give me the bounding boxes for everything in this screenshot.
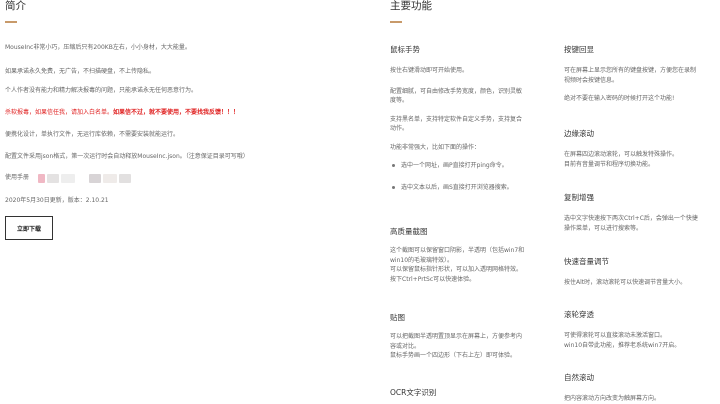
feature-desc: 选中文字快速按下两次Ctrl+C后，会弹出一个快捷 (564, 215, 698, 222)
list-item: 选中文本以后，画S直接打开浏览器搜索。 (390, 183, 522, 193)
feature-desc: 目前有音量调节和程序切换功能。 (564, 160, 655, 168)
feature-desc: 配置细腻，可自由修改手势宽度，颜色，识别灵敏 (390, 87, 523, 95)
redacted-link[interactable] (119, 173, 132, 183)
feature-desc: win10自带此功能，推荐老系统win7开启。 (564, 341, 681, 349)
feature-wheel-through: 滚轮穿透 可使得滚轮可以直接滚动未激活窗口。 win10自带此功能，推荐老系统w… (564, 309, 680, 350)
feature-desc: 按住Alt时，滚动滚轮可以快速调节音量大小。 (564, 279, 687, 286)
download-button[interactable]: 立即下载 (5, 216, 53, 240)
intro-warning: 杀软报毒，如果信任我，请加入白名单。如果信不过，就不要使用，不要找我反馈！！！ (5, 108, 239, 118)
feature-desc: 可以把截图半透明置顶显示在屏幕上，方便参考内 (390, 333, 523, 340)
feature-desc: 操作菜单，可以进行搜索等。 (564, 224, 643, 232)
feature-desc: win10的毛玻璃特效）。 (390, 256, 454, 264)
intro-warning-dont-use: 如果信不过，就不要使用，不要找我反馈！！！ (113, 109, 240, 116)
feature-gesture: 鼠标手势 按住右键滑动即可开始使用。 配置细腻，可自由修改手势宽度，颜色，识别灵… (390, 44, 522, 192)
gesture-examples-list: 选中一个网址，画P直接打开ping命令。 选中文本以后，画S直接打开浏览器搜索。 (390, 161, 522, 192)
redacted-link[interactable] (47, 173, 60, 183)
intro-line-safe: 个人作者没有能力和精力解决报毒的问题，只能承诺永无任何恶意行为。 (5, 87, 198, 94)
feature-desc: 视频时会按键信息。 (564, 76, 619, 84)
features-title: 主要功能 (390, 0, 432, 12)
feature-desc: 按住右键滑动即可开始使用。 (390, 67, 469, 74)
intro-line-size: MouseInc非常小巧，压缩后只有200KB左右，小小身材，大大能量。 (5, 44, 191, 51)
manual-row: 使用手册 (5, 172, 132, 184)
update-info: 2020年5月30日更新，版本：2.10.21 (5, 197, 109, 204)
feature-desc: 把内容滚动方向改变为触屏幕方向。 (564, 395, 661, 402)
feature-title: 鼠标手势 (390, 45, 420, 54)
redacted-link-accent (38, 173, 46, 183)
feature-title: OCR文字识别 (390, 388, 437, 397)
feature-desc: 容或对比。 (390, 342, 421, 350)
intro-line-free: 如果承诺永久免费，无广告，不扫描硬盘，不上传隐私。 (5, 68, 156, 75)
feature-title: 快速音量调节 (564, 257, 609, 266)
feature-desc: 支持黑名单，支持特定软件自定义手势，支持复合 (390, 115, 523, 123)
intro-title: 简介 (5, 0, 26, 12)
feature-desc: 鼠标手势画一个四边形（下右上左）即可体验。 (390, 352, 517, 359)
feature-edge-scroll: 边缘滚动 在屏幕四边滚动滚轮，可以触发特殊操作。 目前有音量调节和程序切换功能。 (564, 128, 678, 169)
feature-desc: 绝对不要在输入密码的时候打开这个功能! (564, 95, 675, 102)
feature-desc: 这个截图可以保留窗口阴影，半透明（包括win7和 (390, 247, 525, 254)
feature-key-echo: 按键回显 可在屏幕上显示您所有的键盘按键，方便您在录制 视频时会按键信息。 绝对… (564, 44, 696, 104)
intro-line-config: 配置文件采用json格式，第一次运行时会自动释放MouseInc.json。（注… (5, 153, 249, 160)
feature-copy-enhance: 复制增强 选中文字快速按下两次Ctrl+C后，会弹出一个快捷 操作菜单，可以进行… (564, 192, 698, 233)
feature-desc: 在屏幕四边滚动滚轮，可以触发特殊操作。 (564, 151, 679, 158)
feature-volume: 快速音量调节 按住Alt时，滚动滚轮可以快速调节音量大小。 (564, 256, 686, 288)
feature-sticker: 贴图 可以把截图半透明置顶显示在屏幕上，方便参考内 容或对比。 鼠标手势画一个四… (390, 312, 522, 361)
feature-ocr: OCR文字识别 (390, 387, 436, 398)
feature-title: 滚轮穿透 (564, 310, 594, 319)
feature-desc: 可使得滚轮可以直接滚动未激活窗口。 (564, 332, 667, 339)
intro-warning-whitelist: 杀软报毒，如果信任我，请加入白名单。 (5, 109, 114, 116)
feature-desc: 功能非常强大，比如下面的操作： (390, 143, 481, 151)
feature-desc: 动作。 (390, 125, 409, 132)
features-accent-bar (390, 21, 402, 23)
feature-title: 高质量截图 (390, 227, 428, 236)
manual-label: 使用手册 (5, 174, 30, 182)
feature-desc: 按下Ctrl+PrtSc可以快速体验。 (390, 275, 476, 283)
feature-natural-scroll: 自然滚动 把内容滚动方向改变为触屏幕方向。 (564, 372, 660, 404)
feature-title: 贴图 (390, 313, 405, 322)
redacted-link[interactable] (89, 173, 102, 183)
feature-desc: 度等。 (390, 97, 409, 104)
feature-title: 复制增强 (564, 193, 594, 202)
intro-line-portable: 便携化设计，单执行文件，无运行库依赖，不需要安装就能运行。 (5, 131, 180, 138)
feature-title: 边缘滚动 (564, 129, 594, 138)
feature-desc: 可以保留鼠标指针形状，可以加入透明网格特效。 (390, 266, 523, 273)
intro-accent-bar (5, 21, 17, 23)
feature-desc: 可在屏幕上显示您所有的键盘按键，方便您在录制 (564, 67, 697, 74)
list-item: 选中一个网址，画P直接打开ping命令。 (390, 161, 522, 171)
feature-title: 自然滚动 (564, 373, 594, 382)
feature-title: 按键回显 (564, 45, 594, 54)
redacted-link[interactable] (103, 173, 118, 183)
feature-screenshot: 高质量截图 这个截图可以保留窗口阴影，半透明（包括win7和 win10的毛玻璃… (390, 226, 524, 284)
redacted-link[interactable] (61, 173, 76, 183)
